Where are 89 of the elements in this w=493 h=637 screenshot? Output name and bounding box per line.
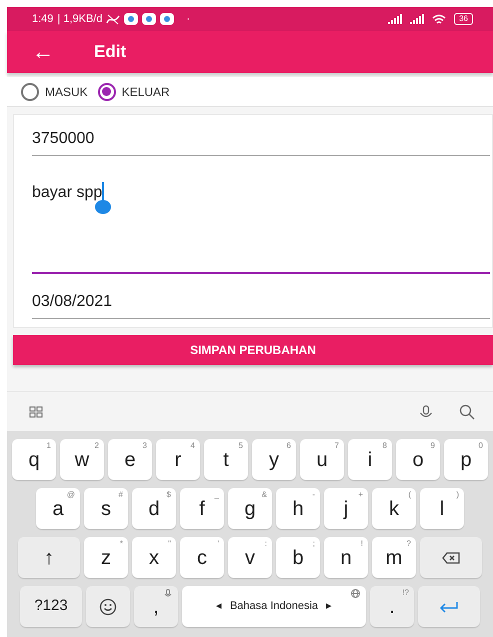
- globe-icon: [351, 589, 360, 598]
- data-rate: | 1,9KB/d: [57, 12, 102, 27]
- key-hint: 6: [286, 440, 291, 452]
- keyboard-key[interactable]: i 8: [348, 439, 392, 480]
- text-value: bayar spp: [32, 184, 102, 202]
- keyboard-key[interactable]: t 5: [204, 439, 248, 480]
- keyboard-key[interactable]: p 0: [444, 439, 488, 480]
- language-label: Bahasa Indonesia: [230, 599, 318, 614]
- key-hint: (: [408, 489, 411, 501]
- key-hint: +: [358, 489, 363, 501]
- wifi-icon: [432, 14, 446, 24]
- key-hint: ): [456, 489, 459, 501]
- arrow-left: ◂: [216, 599, 222, 614]
- key-hint: :: [264, 538, 267, 550]
- radio-button[interactable]: [98, 82, 116, 100]
- keyboard-key[interactable]: u 7: [300, 439, 344, 480]
- key-hint: ": [168, 538, 171, 550]
- keyboard-key[interactable]: g &: [228, 488, 272, 529]
- period-key[interactable]: . !?: [370, 586, 414, 627]
- battery-level: 36: [454, 13, 473, 25]
- key-hint: -: [312, 489, 315, 501]
- keyboard-key[interactable]: r 4: [156, 439, 200, 480]
- app-icon: [142, 13, 156, 25]
- smiley-icon: [99, 598, 117, 616]
- signal-icon: [388, 14, 402, 24]
- radio-label: KELUAR: [122, 84, 170, 100]
- keyboard-key[interactable]: z *: [84, 537, 128, 578]
- keyboard-key[interactable]: k (: [372, 488, 416, 529]
- signal-icon: [410, 14, 424, 24]
- grid-icon[interactable]: [29, 406, 43, 418]
- radio-label: MASUK: [45, 84, 88, 100]
- key-hint: 7: [334, 440, 339, 452]
- key-hint: ;: [312, 538, 315, 550]
- key-hint: 0: [478, 440, 483, 452]
- back-button[interactable]: ←: [32, 41, 54, 63]
- keyboard-key[interactable]: e 3: [108, 439, 152, 480]
- backspace-key[interactable]: [420, 537, 482, 578]
- keyboard-key[interactable]: w 2: [60, 439, 104, 480]
- screen-title: Edit: [94, 41, 126, 64]
- key-hint: 5: [238, 440, 243, 452]
- emoji-key[interactable]: [86, 586, 130, 627]
- key-hint: *: [120, 538, 123, 550]
- microphone-icon[interactable]: [419, 404, 433, 418]
- key-hint: #: [118, 489, 123, 501]
- save-button[interactable]: SIMPAN PERUBAHAN: [13, 335, 493, 365]
- keyboard-key[interactable]: j +: [324, 488, 368, 529]
- key-hint: ': [217, 538, 219, 550]
- shift-key[interactable]: ↑: [18, 537, 80, 578]
- keyboard-key[interactable]: d $: [132, 488, 176, 529]
- key-hint: &: [262, 489, 267, 501]
- text-area[interactable]: bayar spp: [32, 162, 490, 274]
- key-hint: 3: [142, 440, 147, 452]
- keyboard-key[interactable]: s #: [84, 488, 128, 529]
- comma-key[interactable]: ,: [134, 586, 178, 627]
- key-hint: 4: [190, 440, 195, 452]
- radio-button[interactable]: [21, 82, 39, 100]
- key-hint: _: [214, 489, 219, 501]
- keyboard-key[interactable]: f _: [180, 488, 224, 529]
- status-time: 1:49: [32, 12, 54, 27]
- microphone-icon: [164, 589, 172, 598]
- key-hint: !: [360, 538, 363, 550]
- search-icon[interactable]: [459, 404, 475, 420]
- key-hint: @: [66, 489, 75, 501]
- cursor-handle: [95, 200, 112, 214]
- keyboard-key[interactable]: q 1: [12, 439, 56, 480]
- notification-dot: ·: [186, 12, 190, 27]
- key-hint: 9: [430, 440, 435, 452]
- symbols-key[interactable]: ?123: [20, 586, 82, 627]
- keyboard-key[interactable]: n !: [324, 537, 368, 578]
- keyboard-key[interactable]: a @: [36, 488, 80, 529]
- enter-icon: [439, 601, 459, 614]
- keyboard-key[interactable]: o 9: [396, 439, 440, 480]
- keyboard-key[interactable]: m ?: [372, 537, 416, 578]
- key-hint: $: [166, 489, 171, 501]
- keyboard-key[interactable]: b ;: [276, 537, 320, 578]
- keyboard-key[interactable]: y 6: [252, 439, 296, 480]
- backspace-icon: [442, 552, 460, 564]
- key-hint: 1: [46, 440, 51, 452]
- keyboard-key[interactable]: c ': [180, 537, 224, 578]
- key-hint: ?: [406, 538, 411, 550]
- key-hint: !?: [402, 587, 409, 599]
- keyboard-key[interactable]: v :: [228, 537, 272, 578]
- space-bar[interactable]: ◂ Bahasa Indonesia ▸: [182, 586, 366, 627]
- keyboard-key[interactable]: l ): [420, 488, 464, 529]
- keyboard-key[interactable]: h -: [276, 488, 320, 529]
- arrow-right: ▸: [326, 599, 332, 614]
- key-hint: 2: [94, 440, 99, 452]
- keyboard-key[interactable]: x ": [132, 537, 176, 578]
- key-hint: 8: [382, 440, 387, 452]
